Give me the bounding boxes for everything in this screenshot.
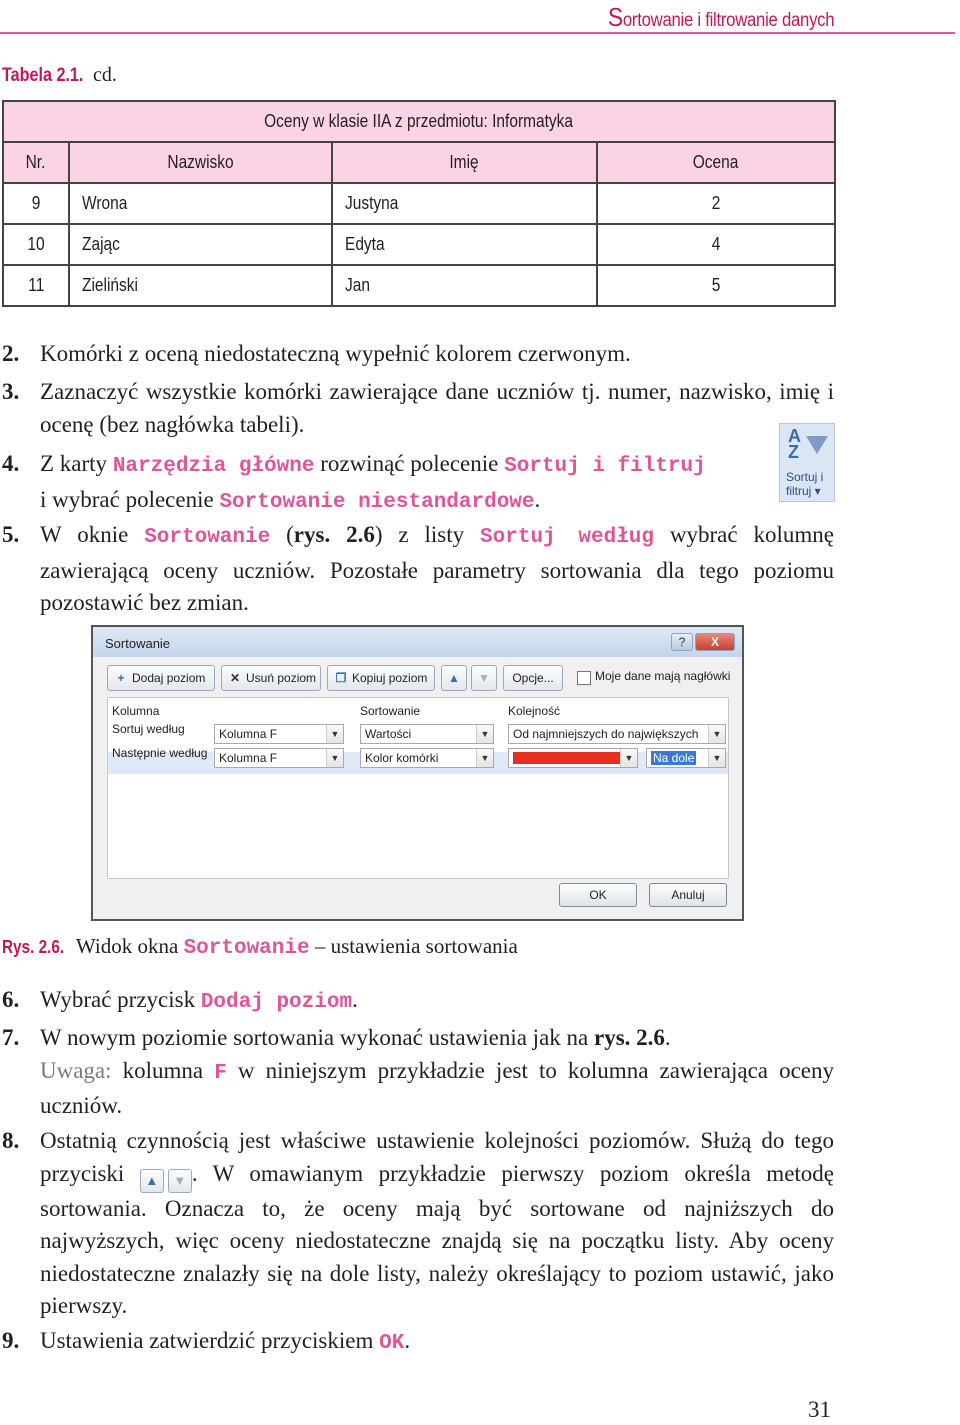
copy-icon: ❐: [335, 671, 347, 685]
table-cell: Zieliński: [67, 264, 334, 307]
dropdown-arrow-icon: ▼: [476, 725, 493, 743]
delete-icon: ✕: [229, 671, 241, 685]
dropdown-arrow-icon: ▼: [326, 725, 343, 743]
step-5: 5. W oknie Sortowanie (rys. 2.6) z listy…: [2, 522, 834, 615]
sort-dialog: Sortowanie ? X + Dodaj poziom ✕ Usuń pozio…: [91, 625, 744, 921]
running-head: Sortowanie i filtrowanie danych: [607, 2, 835, 32]
arrow-up-icon: ▲: [139, 1168, 164, 1193]
table-cell: Jan: [331, 264, 598, 307]
funnel-icon: [806, 436, 828, 454]
headers-checkbox[interactable]: [577, 671, 591, 685]
grade-table: Oceny w klasie IIA z przedmiotu: Informa…: [2, 100, 837, 307]
figure-caption: Rys. 2.6. Widok okna Sortowanie – ustawi…: [2, 934, 518, 960]
add-level-icon: +: [117, 671, 125, 685]
command-name: Sortowanie niestandardowe: [219, 490, 535, 514]
cancel-button[interactable]: Anuluj: [649, 883, 727, 907]
step-7: 7. W nowym poziomie sortowania wykonać u…: [2, 1025, 834, 1118]
dropdown-arrow-icon: ▼: [708, 749, 725, 767]
dropdown-arrow-icon: ▼: [708, 725, 725, 743]
command-name: Sortowanie: [144, 526, 271, 549]
table-cell: Wrona: [67, 182, 334, 225]
step-2: 2. Komórki z oceną niedostateczną wypełn…: [2, 341, 631, 366]
table-cell: 5: [595, 264, 837, 307]
table-row: 10 Zając Edyta 4: [2, 223, 837, 266]
arrow-up-icon: ▲: [448, 671, 460, 685]
ok-button[interactable]: OK: [559, 883, 637, 907]
dialog-titlebar: Sortowanie ? X: [93, 627, 742, 657]
table-cell: Justyna: [331, 182, 598, 225]
sort-filter-icon: AZ Sortuj i filtruj ▾: [779, 423, 835, 502]
command-name: F: [214, 1061, 227, 1085]
figure-reference: rys. 2.6: [293, 522, 375, 547]
help-button[interactable]: ?: [671, 633, 693, 651]
copy-level-button[interactable]: ❐ Kopiuj poziom: [327, 665, 435, 691]
sort-on-select[interactable]: Kolor komórki ▼: [360, 748, 494, 768]
grid-header-column: Kolumna: [112, 704, 160, 718]
red-color-swatch: [513, 752, 623, 764]
command-name: Sortuj według: [480, 526, 655, 549]
step-4: 4. Z karty Narzędzia główne rozwinąć pol…: [2, 451, 706, 514]
column-select[interactable]: Kolumna F ▼: [214, 724, 344, 744]
arrow-down-icon: ▼: [167, 1168, 192, 1193]
delete-level-button[interactable]: ✕ Usuń poziom: [221, 665, 321, 691]
position-select[interactable]: Na dole ▼: [646, 748, 726, 768]
table-cell: 2: [595, 182, 837, 225]
step-8: 8. Ostatnią czynnością jest właściwe ust…: [2, 1128, 834, 1318]
close-button[interactable]: X: [695, 633, 735, 651]
table-cell: 9: [2, 182, 70, 225]
command-name: Narzędzia główne: [112, 455, 315, 478]
color-select[interactable]: ▼: [508, 748, 638, 768]
table-header-row: Nr. Nazwisko Imię Ocena: [2, 141, 837, 184]
move-up-button[interactable]: ▲: [441, 665, 467, 691]
table-row: 9 Wrona Justyna 2: [2, 182, 837, 225]
dialog-title: Sortowanie: [105, 636, 171, 651]
add-level-button[interactable]: + Dodaj poziom: [107, 665, 215, 691]
figure-reference: rys. 2.6: [594, 1025, 665, 1050]
arrow-down-icon: ▼: [478, 671, 490, 685]
level-label: Następnie według: [112, 746, 208, 760]
dropdown-arrow-icon: ▼: [620, 749, 637, 767]
step-9: 9. Ustawienia zatwierdzić przyciskiem OK…: [2, 1328, 411, 1355]
command-name: Sortowanie: [183, 937, 310, 960]
command-name: OK: [379, 1332, 405, 1355]
step-3: 3. Zaznaczyć wszystkie komórki zawierają…: [2, 379, 834, 437]
table-caption: Tabela 2.1. cd.: [2, 64, 117, 86]
page-number: 31: [808, 1397, 831, 1422]
note-label: Uwaga:: [40, 1057, 112, 1083]
table-cell: Zając: [67, 223, 334, 266]
header-rule: [0, 32, 955, 34]
headers-checkbox-label: Moje dane mają nagłówki: [595, 669, 731, 683]
table-cell: 10: [2, 223, 70, 266]
dropdown-arrow-icon: ▼: [476, 749, 493, 767]
command-name: Dodaj poziom: [200, 991, 353, 1014]
table-cell: 4: [595, 223, 837, 266]
grid-header-order: Kolejność: [508, 704, 561, 718]
step-6: 6. Wybrać przycisk Dodaj poziom.: [2, 987, 358, 1014]
column-header: Nr.: [2, 141, 70, 184]
table-title-row: Oceny w klasie IIA z przedmiotu: Informa…: [2, 100, 836, 143]
column-header: Ocena: [595, 141, 837, 184]
table-title: Oceny w klasie IIA z przedmiotu: Informa…: [2, 100, 836, 143]
move-down-button[interactable]: ▼: [471, 665, 497, 691]
grid-header-sort-on: Sortowanie: [360, 704, 421, 718]
column-header: Imię: [331, 141, 598, 184]
table-cell: Edyta: [331, 223, 598, 266]
table-row: 11 Zieliński Jan 5: [2, 264, 837, 307]
order-select[interactable]: Od najmniejszych do największych ▼: [508, 724, 726, 744]
command-name: Sortuj i filtruj: [504, 455, 706, 478]
table-cell: 11: [2, 264, 70, 307]
sort-levels-grid: Kolumna Sortowanie Kolejność Sortuj wedł…: [107, 697, 729, 879]
column-header: Nazwisko: [67, 141, 334, 184]
level-label: Sortuj według: [112, 722, 185, 736]
sort-on-select[interactable]: Wartości ▼: [360, 724, 494, 744]
column-select[interactable]: Kolumna F ▼: [214, 748, 344, 768]
options-button[interactable]: Opcje...: [503, 665, 563, 691]
dropdown-arrow-icon: ▼: [326, 749, 343, 767]
